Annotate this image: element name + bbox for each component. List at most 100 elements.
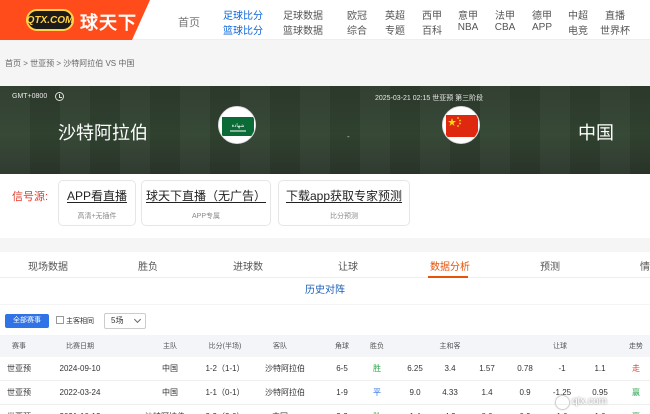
cell-date: 2021-10-12	[40, 405, 120, 414]
header-trend: 走势	[629, 343, 643, 350]
tab-info[interactable]: 情	[640, 258, 650, 273]
clock-icon	[55, 92, 64, 101]
nav-seriea[interactable]: 意甲 NBA	[451, 0, 485, 40]
cell-odds-away: 1.57	[479, 364, 495, 373]
signal-source-label: 信号源:	[12, 191, 49, 203]
same-home-away-checkbox[interactable]: 主客相同	[56, 316, 94, 326]
header-handicap: 让球	[553, 343, 567, 350]
cell-odds-away: 8.0	[472, 405, 502, 414]
match-info: 2025-03-21 02:15 世亚预 第三阶段	[375, 95, 484, 102]
match-banner: GMT+0800 2025-03-21 02:15 世亚预 第三阶段 沙特阿拉伯…	[0, 86, 650, 174]
cell-hc-home: 0.9	[519, 388, 531, 397]
cell-home: 中国	[162, 364, 178, 373]
header-date: 比赛日期	[66, 343, 94, 350]
site-logo[interactable]: QTX.COM 球天下	[0, 0, 150, 40]
cell-odds-draw: 4.33	[442, 388, 458, 397]
cell-corner: 2-3	[322, 405, 362, 414]
cell-trend: 赢	[632, 388, 640, 397]
nav-laliga[interactable]: 西甲 百科	[415, 0, 449, 40]
cell-odds-home: 6.25	[407, 364, 423, 373]
cell-date: 2022-03-24	[59, 388, 101, 397]
match-count-select[interactable]: 5场	[104, 313, 146, 329]
tab-handicap[interactable]: 让球	[338, 258, 358, 273]
cell-away: 沙特阿拉伯	[265, 364, 305, 373]
cell-odds-draw: 3.4	[444, 364, 456, 373]
header-league: 赛事	[12, 343, 26, 350]
signal-source-panel: 信号源: APP看直播 高清+无插件 球天下直播（无广告） APP专属 下载ap…	[0, 174, 650, 238]
header-home: 主队	[163, 343, 177, 350]
table-row[interactable]: 世亚预 2024-09-10 中国 1-2（1-1） 沙特阿拉伯 6-5 胜 6…	[0, 357, 650, 381]
checkbox-box[interactable]	[56, 316, 64, 324]
cell-hc-home: 0.9	[510, 405, 540, 414]
svg-text:شهادة: شهادة	[232, 123, 245, 129]
saudi-flag-icon[interactable]: شهادة	[218, 106, 256, 144]
cell-result: 平	[373, 388, 381, 397]
tab-live-data[interactable]: 现场数据	[28, 258, 68, 273]
tab-goals[interactable]: 进球数	[233, 258, 263, 273]
top-navigation-bar: QTX.COM 球天下 首页 足球比分 篮球比分 足球数据 篮球数据 欧冠 综合 英超…	[0, 0, 650, 40]
tab-data-analysis[interactable]: 数据分析	[430, 258, 470, 273]
cell-odds-home: 9.0	[409, 388, 421, 397]
cell-hc-away: 1.1	[594, 364, 606, 373]
section-title: 历史对阵	[0, 278, 650, 304]
filter-bar: 全部赛事 主客相同 5场	[0, 305, 650, 335]
cell-league: 世亚预	[7, 388, 31, 397]
logo-text: 球天下	[80, 13, 137, 33]
table-row[interactable]: 世亚预 2022-03-24 中国 1-1（0-1） 沙特阿拉伯 1-9 平 9…	[0, 381, 650, 405]
cell-score: 3-2（3-0）	[195, 405, 255, 414]
cell-trend: 走	[632, 364, 640, 373]
header-score: 比分(半场)	[208, 343, 242, 350]
logo-badge: QTX.COM	[26, 9, 74, 31]
cell-trend: 赢	[622, 405, 650, 414]
all-competitions-button[interactable]: 全部赛事	[5, 314, 49, 328]
cell-score: 1-1（0-1）	[205, 388, 245, 397]
chevron-down-icon	[133, 315, 142, 324]
nav-bundesliga[interactable]: 德甲 APP	[525, 0, 559, 40]
app-live-card[interactable]: APP看直播 高清+无插件	[58, 180, 136, 226]
cell-hc-home: 0.78	[517, 364, 533, 373]
header-corner: 角球	[335, 343, 349, 350]
header-away: 客队	[273, 343, 287, 350]
download-app-card[interactable]: 下载app获取专家预测 比分预测	[278, 180, 410, 226]
breadcrumb[interactable]: 首页 > 世亚预 > 沙特阿拉伯 VS 中国	[5, 58, 134, 69]
page: { "brand": { "badge": "QTX.COM", "name":…	[0, 0, 650, 414]
home-team-name[interactable]: 沙特阿拉伯	[58, 119, 148, 145]
nav-data[interactable]: 足球数据 篮球数据	[282, 0, 324, 40]
nav-epl[interactable]: 英超 专题	[378, 0, 412, 40]
nav-live[interactable]: 直播 世界杯	[598, 0, 632, 40]
analysis-tabs: 现场数据 胜负 进球数 让球 数据分析 预测 情	[0, 252, 650, 278]
cell-league: 世亚预	[7, 364, 31, 373]
away-team-name[interactable]: 中国	[578, 119, 614, 145]
header-result: 胜负	[370, 343, 384, 350]
nav-csl[interactable]: 中超 电竞	[561, 0, 595, 40]
nav-home[interactable]: 首页	[172, 0, 206, 40]
china-flag-icon[interactable]	[442, 106, 480, 144]
nav-score[interactable]: 足球比分 篮球比分	[222, 0, 264, 40]
cell-corner: 6-5	[336, 364, 348, 373]
cell-league: 世亚预	[0, 405, 38, 414]
table-header: 赛事 比赛日期 主队 比分(半场) 客队 角球 胜负 主和客 让球 走势	[0, 336, 650, 356]
table-row[interactable]: 世亚预 2021-10-12 沙特阿拉伯 3-2（3-0） 中国 2-3 胜 1…	[0, 405, 650, 414]
cell-result: 胜	[362, 405, 392, 414]
header-odds: 主和客	[439, 343, 461, 350]
vs-separator: -	[347, 132, 350, 141]
cell-away: 中国	[255, 405, 305, 414]
cell-odds-draw: 4.2	[435, 405, 465, 414]
cell-result: 胜	[373, 364, 381, 373]
cell-score: 1-2（1-1）	[205, 364, 245, 373]
cell-home: 沙特阿拉伯	[135, 405, 195, 414]
cell-odds-away: 1.4	[481, 388, 493, 397]
site-live-card[interactable]: 球天下直播（无广告） APP专属	[141, 180, 271, 226]
watermark-logo-icon	[556, 396, 569, 409]
cell-date: 2024-09-10	[59, 364, 101, 373]
tab-prediction[interactable]: 预测	[540, 258, 560, 273]
cell-hc-line: -1	[558, 364, 566, 373]
cell-away: 沙特阿拉伯	[265, 388, 305, 397]
tab-win-loss[interactable]: 胜负	[138, 258, 158, 273]
cell-home: 中国	[162, 388, 178, 397]
nav-ucl[interactable]: 欧冠 综合	[340, 0, 374, 40]
watermark: qtx.com	[572, 396, 608, 407]
cell-odds-home: 1.4	[400, 405, 430, 414]
timezone-label: GMT+0800	[12, 93, 48, 100]
nav-ligue1[interactable]: 法甲 CBA	[488, 0, 522, 40]
